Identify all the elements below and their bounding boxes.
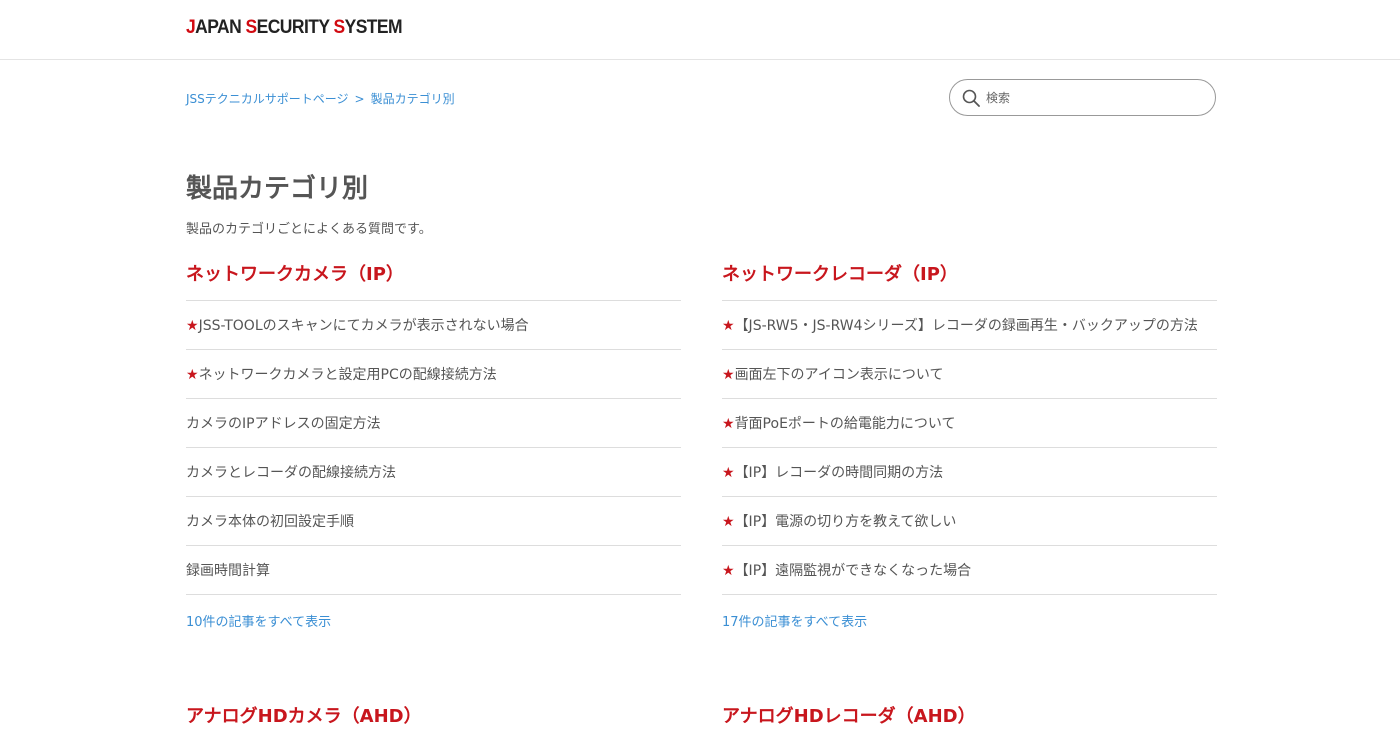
list-item[interactable]: ★【JS-RW5・JS-RW4シリーズ】レコーダの録画再生・バックアップの方法 xyxy=(722,301,1217,350)
star-icon: ★ xyxy=(186,367,199,383)
search-icon xyxy=(962,89,980,107)
article-link[interactable]: ★画面左下のアイコン表示について xyxy=(722,364,943,384)
section-title[interactable]: アナログHDカメラ（AHD） xyxy=(186,706,681,742)
logo-part-4: S xyxy=(333,17,345,38)
section-title[interactable]: アナログHDレコーダ（AHD） xyxy=(722,706,1217,742)
logo-part-2: S xyxy=(245,17,258,38)
section-title[interactable]: ネットワークカメラ（IP） xyxy=(186,264,681,300)
article-title-text: 背面PoEポートの給電能力について xyxy=(734,416,956,432)
list-item[interactable]: ★背面PoEポートの給電能力について xyxy=(722,399,1217,448)
section-title[interactable]: ネットワークレコーダ（IP） xyxy=(722,264,1217,300)
article-link[interactable]: ★ネットワークカメラと設定用PCの配線接続方法 xyxy=(186,364,497,384)
article-title-text: 画面左下のアイコン表示について xyxy=(734,367,944,383)
list-item[interactable]: ★ネットワークカメラと設定用PCの配線接続方法 xyxy=(186,350,681,399)
star-icon: ★ xyxy=(722,514,735,530)
article-title-text: 【JS-RW5・JS-RW4シリーズ】レコーダの録画再生・バックアップの方法 xyxy=(734,318,1198,334)
list-item[interactable]: カメラ本体の初回設定手順 xyxy=(186,497,681,546)
article-title-text: ネットワークカメラと設定用PCの配線接続方法 xyxy=(198,367,497,383)
list-item[interactable]: ★【IP】遠隔監視ができなくなった場合 xyxy=(722,546,1217,595)
list-item[interactable]: カメラのIPアドレスの固定方法 xyxy=(186,399,681,448)
star-icon: ★ xyxy=(722,318,735,334)
page-description: 製品のカテゴリごとによくある質問です。 xyxy=(186,222,432,237)
article-link[interactable]: ★【IP】レコーダの時間同期の方法 xyxy=(722,462,943,482)
section-title-text: ネットワークレコーダ（IP） xyxy=(722,264,958,285)
category-section-ahd-recorder: アナログHDレコーダ（AHD） xyxy=(722,706,1217,742)
section-title-text: アナログHDレコーダ（AHD） xyxy=(722,706,976,727)
article-title-text: 【IP】レコーダの時間同期の方法 xyxy=(734,465,944,481)
star-icon: ★ xyxy=(722,416,735,432)
article-list: ★【JS-RW5・JS-RW4シリーズ】レコーダの録画再生・バックアップの方法 … xyxy=(722,300,1217,595)
search-input[interactable] xyxy=(986,88,1201,108)
category-section-ip-recorder: ネットワークレコーダ（IP） ★【JS-RW5・JS-RW4シリーズ】レコーダの… xyxy=(722,264,1217,630)
star-icon: ★ xyxy=(722,563,735,579)
star-icon: ★ xyxy=(722,367,735,383)
site-logo[interactable]: JAPAN SECURITY SYSTEM xyxy=(186,17,403,39)
logo-part-3: ECURITY xyxy=(256,17,334,38)
article-link[interactable]: 録画時間計算 xyxy=(186,560,270,580)
article-title-text: 【IP】電源の切り方を教えて欲しい xyxy=(734,514,957,530)
breadcrumb: JSSテクニカルサポートページ > 製品カテゴリ別 xyxy=(186,90,455,107)
list-item[interactable]: ★【IP】電源の切り方を教えて欲しい xyxy=(722,497,1217,546)
list-item[interactable]: ★画面左下のアイコン表示について xyxy=(722,350,1217,399)
article-title-text: JSS-TOOLのスキャンにてカメラが表示されない場合 xyxy=(198,318,529,334)
breadcrumb-current-link[interactable]: 製品カテゴリ別 xyxy=(371,92,455,106)
breadcrumb-home-link[interactable]: JSSテクニカルサポートページ xyxy=(186,92,349,106)
article-link[interactable]: ★【IP】遠隔監視ができなくなった場合 xyxy=(722,560,971,580)
article-link[interactable]: ★【JS-RW5・JS-RW4シリーズ】レコーダの録画再生・バックアップの方法 xyxy=(722,315,1198,335)
logo-part-1: APAN xyxy=(195,17,246,38)
list-item[interactable]: ★JSS-TOOLのスキャンにてカメラが表示されない場合 xyxy=(186,301,681,350)
site-header: JAPAN SECURITY SYSTEM xyxy=(0,0,1400,60)
logo-part-5: YSTEM xyxy=(344,17,403,38)
see-all-articles-link[interactable]: 10件の記事をすべて表示 xyxy=(186,611,681,630)
logo-part-0: J xyxy=(186,17,196,38)
list-item[interactable]: ★【IP】レコーダの時間同期の方法 xyxy=(722,448,1217,497)
article-title-text: 【IP】遠隔監視ができなくなった場合 xyxy=(734,563,972,579)
category-section-ip-camera: ネットワークカメラ（IP） ★JSS-TOOLのスキャンにてカメラが表示されない… xyxy=(186,264,681,630)
article-link[interactable]: カメラ本体の初回設定手順 xyxy=(186,511,354,531)
breadcrumb-separator: > xyxy=(354,92,365,106)
section-title-text: アナログHDカメラ（AHD） xyxy=(186,706,422,727)
see-all-articles-link[interactable]: 17件の記事をすべて表示 xyxy=(722,611,1217,630)
search-box[interactable] xyxy=(949,79,1216,116)
article-list: ★JSS-TOOLのスキャンにてカメラが表示されない場合 ★ネットワークカメラと… xyxy=(186,300,681,595)
article-link[interactable]: ★背面PoEポートの給電能力について xyxy=(722,413,956,433)
star-icon: ★ xyxy=(186,318,199,334)
article-link[interactable]: カメラとレコーダの配線接続方法 xyxy=(186,462,396,482)
section-title-text: ネットワークカメラ（IP） xyxy=(186,264,404,285)
list-item[interactable]: カメラとレコーダの配線接続方法 xyxy=(186,448,681,497)
page-title: 製品カテゴリ別 xyxy=(186,174,369,204)
article-link[interactable]: ★JSS-TOOLのスキャンにてカメラが表示されない場合 xyxy=(186,315,529,335)
list-item[interactable]: 録画時間計算 xyxy=(186,546,681,595)
category-section-ahd-camera: アナログHDカメラ（AHD） xyxy=(186,706,681,742)
article-link[interactable]: ★【IP】電源の切り方を教えて欲しい xyxy=(722,511,956,531)
article-link[interactable]: カメラのIPアドレスの固定方法 xyxy=(186,413,381,433)
star-icon: ★ xyxy=(722,465,735,481)
